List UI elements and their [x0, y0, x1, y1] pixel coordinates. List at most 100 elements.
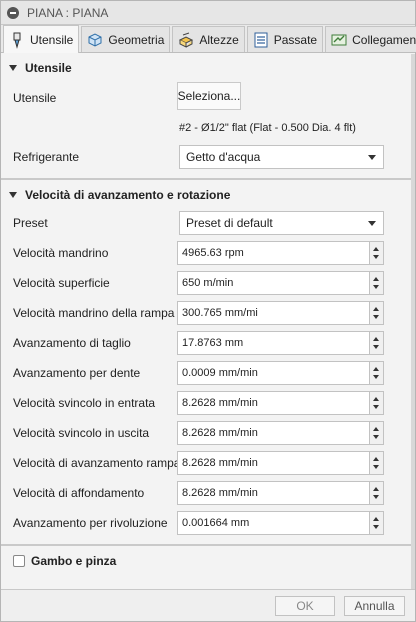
spinner-up-icon[interactable] [373, 277, 379, 281]
field-label: Velocità mandrino della rampa [13, 306, 175, 320]
field-input[interactable]: 8.2628 mm/min [177, 391, 370, 415]
collapse-icon[interactable] [7, 6, 19, 19]
preset-select[interactable]: Preset di default [179, 211, 384, 235]
field-input[interactable]: 650 m/min [177, 271, 370, 295]
spinner-up-icon[interactable] [373, 307, 379, 311]
field-input[interactable]: 8.2628 mm/min [177, 481, 370, 505]
section-header-gambo[interactable]: Gambo e pinza [1, 548, 415, 574]
tool-description-row: #2 - Ø1/2" flat (Flat - 0.500 Dia. 4 flt… [1, 115, 415, 141]
field-input[interactable]: 300.765 mm/mi [177, 301, 370, 325]
tab-collegamenti[interactable]: Collegamenti [325, 26, 416, 52]
field-label: Avanzamento di taglio [13, 336, 131, 350]
spinner-up-icon[interactable] [373, 367, 379, 371]
spinner[interactable] [370, 361, 384, 385]
tab-label: Altezze [199, 32, 239, 47]
passes-icon [254, 32, 268, 47]
field-input[interactable]: 4965.63 rpm [177, 241, 370, 265]
spinner-down-icon[interactable] [373, 345, 379, 349]
chevron-down-icon [368, 155, 376, 160]
tab-passate[interactable]: Passate [246, 26, 324, 52]
preset-row: Preset Preset di default [1, 208, 415, 238]
linking-icon [331, 34, 347, 45]
field-input[interactable]: 0.0009 mm/min [177, 361, 370, 385]
tool-label: Utensile [13, 91, 57, 105]
spinner-down-icon[interactable] [373, 405, 379, 409]
tab-geometria[interactable]: Geometria [81, 26, 171, 52]
field-label: Velocità di affondamento [13, 486, 145, 500]
field-input[interactable]: 17.8763 mm [177, 331, 370, 355]
spinner[interactable] [370, 511, 384, 535]
spinner-up-icon[interactable] [373, 517, 379, 521]
spinner-up-icon[interactable] [373, 427, 379, 431]
section-divider [1, 178, 415, 180]
feed-field-list: Velocità mandrino 4965.63 rpm Velocità s… [1, 238, 415, 538]
spinner[interactable] [370, 391, 384, 415]
field-row: Velocità di affondamento 8.2628 mm/min [1, 478, 415, 508]
spinner[interactable] [370, 241, 384, 265]
holder-checkbox[interactable] [13, 555, 25, 567]
section-title: Utensile [25, 61, 72, 75]
tab-label: Passate [273, 32, 318, 47]
field-input[interactable]: 0.001664 mm [177, 511, 370, 535]
tab-altezze[interactable]: Altezze [172, 26, 245, 52]
section-title: Velocità di avanzamento e rotazione [25, 188, 231, 202]
spinner[interactable] [370, 451, 384, 475]
spinner-down-icon[interactable] [373, 435, 379, 439]
spinner[interactable] [370, 421, 384, 445]
field-row: Velocità di avanzamento rampa 8.2628 mm/… [1, 448, 415, 478]
spinner-up-icon[interactable] [373, 457, 379, 461]
field-input[interactable]: 8.2628 mm/min [177, 421, 370, 445]
field-row: Avanzamento per dente 0.0009 mm/min [1, 358, 415, 388]
coolant-row: Refrigerante Getto d'acqua [1, 141, 415, 173]
coolant-select[interactable]: Getto d'acqua [179, 145, 384, 169]
spinner-down-icon[interactable] [373, 465, 379, 469]
spinner-up-icon[interactable] [373, 487, 379, 491]
field-label: Velocità di avanzamento rampa [13, 456, 181, 470]
spinner-up-icon[interactable] [373, 247, 379, 251]
spinner-down-icon[interactable] [373, 375, 379, 379]
geometry-icon [88, 32, 102, 47]
field-label: Avanzamento per dente [13, 366, 141, 380]
field-row: Velocità superficie 650 m/min [1, 268, 415, 298]
tab-label: Utensile [30, 32, 74, 47]
dialog-footer: OK Annulla [1, 589, 415, 621]
field-row: Velocità mandrino della rampa 300.765 mm… [1, 298, 415, 328]
field-row: Avanzamento per rivoluzione 0.001664 mm [1, 508, 415, 538]
preset-value: Preset di default [186, 216, 273, 230]
tool-icon [13, 32, 21, 49]
field-row: Velocità mandrino 4965.63 rpm [1, 238, 415, 268]
section-header-utensile[interactable]: Utensile [1, 55, 415, 81]
spinner[interactable] [370, 331, 384, 355]
cancel-button[interactable]: Annulla [344, 596, 405, 616]
spinner[interactable] [370, 481, 384, 505]
section-header-velocita[interactable]: Velocità di avanzamento e rotazione [1, 182, 415, 208]
select-tool-button[interactable]: Seleziona... [177, 82, 241, 110]
spinner-up-icon[interactable] [373, 397, 379, 401]
spinner-down-icon[interactable] [373, 285, 379, 289]
coolant-value: Getto d'acqua [186, 150, 261, 164]
dialog-window: PIANA : PIANA Utensile Geometria Altezze [0, 0, 416, 622]
field-row: Velocità svincolo in uscita 8.2628 mm/mi… [1, 418, 415, 448]
section-title: Gambo e pinza [31, 554, 117, 568]
spinner-down-icon[interactable] [373, 315, 379, 319]
tab-label: Geometria [108, 32, 165, 47]
collapse-triangle-icon [9, 192, 17, 198]
spinner[interactable] [370, 301, 384, 325]
ok-button[interactable]: OK [275, 596, 335, 616]
field-row: Velocità svincolo in entrata 8.2628 mm/m… [1, 388, 415, 418]
chevron-down-icon [368, 221, 376, 226]
spinner-down-icon[interactable] [373, 255, 379, 259]
tab-bar: Utensile Geometria Altezze Passate Colle… [1, 25, 416, 53]
field-label: Avanzamento per rivoluzione [13, 516, 168, 530]
spinner[interactable] [370, 271, 384, 295]
spinner-down-icon[interactable] [373, 525, 379, 529]
field-label: Velocità superficie [13, 276, 110, 290]
field-input[interactable]: 8.2628 mm/min [177, 451, 370, 475]
dialog-title: PIANA : PIANA [27, 5, 109, 20]
spinner-down-icon[interactable] [373, 495, 379, 499]
tool-row: Utensile Seleziona... [1, 81, 415, 115]
spinner-up-icon[interactable] [373, 337, 379, 341]
coolant-label: Refrigerante [13, 150, 80, 164]
tab-utensile[interactable]: Utensile [3, 25, 80, 53]
scrollbar[interactable] [411, 54, 415, 591]
